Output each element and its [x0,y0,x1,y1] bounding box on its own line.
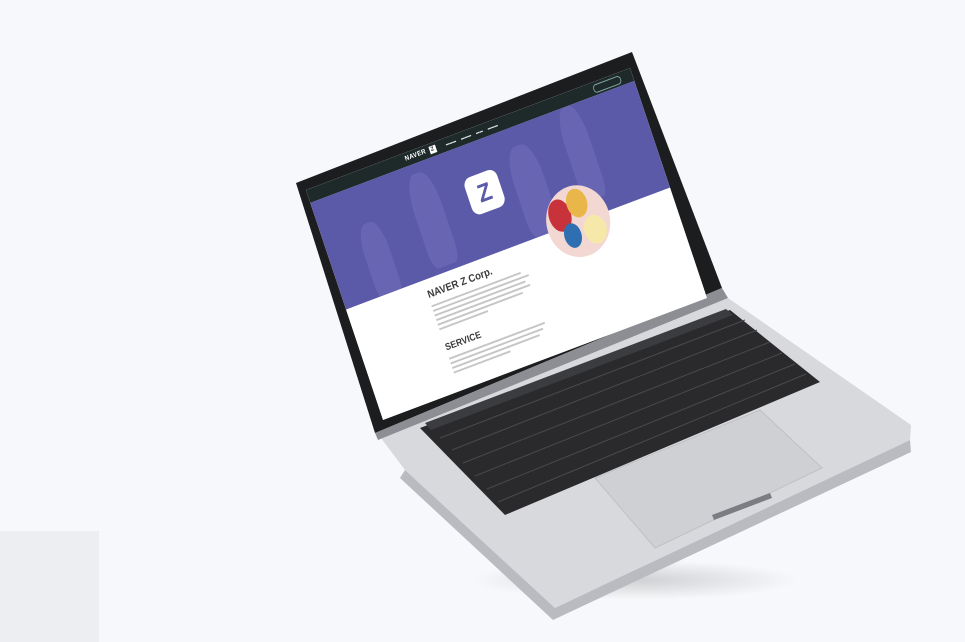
nav-link[interactable]: ▬▬▬ [460,132,472,140]
screen-viewport: NAVER Z ▬▬▬ ▬▬▬ ▬▬ ▬▬▬ Z NAVER Z Corp. S… [0,0,965,642]
hero-character [355,218,404,302]
brand-z-mark: Z [428,144,438,155]
hero-character [402,168,461,271]
nav-link[interactable]: ▬▬▬ [445,138,457,146]
service-heading: SERVICE [443,329,483,354]
z-logo-icon: Z [462,167,507,217]
nav-link[interactable]: ▬▬▬ [487,122,499,130]
laptop-scene: NAVER Z ▬▬▬ ▬▬▬ ▬▬ ▬▬▬ Z NAVER Z Corp. S… [0,0,965,642]
website-screen: NAVER Z ▬▬▬ ▬▬▬ ▬▬ ▬▬▬ Z NAVER Z Corp. S… [306,68,707,420]
nav-link[interactable]: ▬▬ [475,128,483,135]
